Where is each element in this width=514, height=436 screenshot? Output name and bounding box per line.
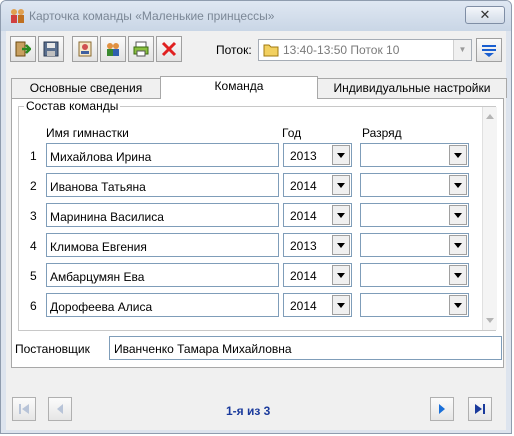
- users-icon: [107, 43, 119, 56]
- team-roster-group: Состав команды Имя гимнастки Год Разряд …: [18, 99, 497, 331]
- chevron-down-icon[interactable]: [449, 175, 467, 195]
- year-select[interactable]: 2013: [283, 143, 352, 167]
- team-card-window: Карточка команды «Маленькие принцессы» ✕: [0, 0, 512, 434]
- stream-value: 13:40-13:50 Поток 10: [283, 43, 400, 57]
- first-record-button[interactable]: [12, 397, 36, 421]
- rank-select[interactable]: [360, 143, 469, 167]
- card-icon: [78, 41, 92, 57]
- stream-label: Поток:: [216, 43, 252, 57]
- chevron-down-icon[interactable]: [332, 235, 350, 255]
- close-icon: ✕: [479, 7, 491, 22]
- chevron-down-icon[interactable]: [449, 145, 467, 165]
- chevron-down-icon[interactable]: [332, 295, 350, 315]
- chevron-down-icon[interactable]: [332, 145, 350, 165]
- tab-strip: Основные сведения Команда Индивидуальные…: [11, 76, 507, 99]
- year-select[interactable]: 2014: [283, 173, 352, 197]
- window-body: Поток: 13:40-13:50 Поток 10 ▼ Основные с…: [6, 31, 507, 430]
- author-label: Постановщик: [15, 342, 90, 356]
- scroll-down-icon[interactable]: [486, 318, 494, 323]
- exit-icon: [15, 41, 31, 57]
- delete-icon: [161, 41, 177, 57]
- chevron-down-icon[interactable]: [332, 205, 350, 225]
- record-navigator: 1-я из 3: [6, 391, 506, 429]
- exit-button[interactable]: [10, 36, 36, 62]
- users-button[interactable]: [100, 36, 126, 62]
- team-app-icon: [9, 8, 27, 24]
- chevron-down-icon[interactable]: [449, 295, 467, 315]
- rank-select[interactable]: [360, 263, 469, 287]
- gymnast-name-field[interactable]: Маринина Василиса: [46, 203, 279, 227]
- roster-scrollbar[interactable]: [482, 107, 497, 330]
- filter-button[interactable]: [476, 38, 502, 62]
- col-header-rank: Разряд: [362, 126, 402, 140]
- gymnast-name-field[interactable]: Климова Евгения: [46, 233, 279, 257]
- next-record-button[interactable]: [430, 397, 454, 421]
- author-field[interactable]: Иванченко Тамара Михайловна: [109, 336, 502, 360]
- stream-select[interactable]: 13:40-13:50 Поток 10 ▼: [258, 39, 472, 61]
- rank-select[interactable]: [360, 293, 469, 317]
- print-icon: [133, 41, 149, 57]
- save-button[interactable]: [38, 36, 64, 62]
- first-icon: [19, 404, 29, 414]
- group-title: Состав команды: [24, 99, 121, 113]
- year-select[interactable]: 2013: [283, 233, 352, 257]
- year-select[interactable]: 2014: [283, 293, 352, 317]
- chevron-down-icon[interactable]: [449, 265, 467, 285]
- rank-select[interactable]: [360, 233, 469, 257]
- rank-select[interactable]: [360, 203, 469, 227]
- row-number: 3: [30, 209, 37, 223]
- prev-record-button[interactable]: [48, 397, 72, 421]
- save-icon: [43, 41, 59, 57]
- row-number: 2: [30, 179, 37, 193]
- window-title: Карточка команды «Маленькие принцессы»: [29, 9, 275, 23]
- close-button[interactable]: ✕: [465, 6, 505, 24]
- col-header-name: Имя гимнастки: [46, 126, 129, 140]
- filter-icon: [482, 45, 496, 57]
- title-bar: Карточка команды «Маленькие принцессы» ✕: [1, 1, 511, 31]
- prev-icon: [57, 404, 63, 414]
- last-icon: [475, 404, 485, 414]
- card-button[interactable]: [72, 36, 98, 62]
- team-panel: Состав команды Имя гимнастки Год Разряд …: [11, 98, 504, 368]
- year-select[interactable]: 2014: [283, 263, 352, 287]
- page-indicator: 1-я из 3: [226, 404, 271, 418]
- gymnast-name-field[interactable]: Михайлова Ирина: [46, 143, 279, 167]
- next-icon: [439, 404, 445, 414]
- tab-individual-settings[interactable]: Индивидуальные настройки: [317, 78, 507, 98]
- chevron-down-icon[interactable]: [449, 205, 467, 225]
- delete-button[interactable]: [156, 36, 182, 62]
- last-record-button[interactable]: [468, 397, 492, 421]
- row-number: 1: [30, 149, 37, 163]
- scroll-up-icon[interactable]: [486, 114, 494, 119]
- year-select[interactable]: 2014: [283, 203, 352, 227]
- chevron-down-icon[interactable]: ▼: [453, 40, 471, 60]
- gymnast-name-field[interactable]: Дорофеева Алиса: [46, 293, 279, 317]
- gymnast-name-field[interactable]: Амбарцумян Ева: [46, 263, 279, 287]
- row-number: 6: [30, 299, 37, 313]
- tab-team[interactable]: Команда: [160, 76, 318, 99]
- tab-main-info[interactable]: Основные сведения: [11, 78, 161, 98]
- row-number: 5: [30, 269, 37, 283]
- col-header-year: Год: [282, 126, 302, 140]
- chevron-down-icon[interactable]: [332, 265, 350, 285]
- gymnast-name-field[interactable]: Иванова Татьяна: [46, 173, 279, 197]
- chevron-down-icon[interactable]: [449, 235, 467, 255]
- toolbar: Поток: 13:40-13:50 Поток 10 ▼: [6, 33, 506, 65]
- row-number: 4: [30, 239, 37, 253]
- print-button[interactable]: [128, 36, 154, 62]
- rank-select[interactable]: [360, 173, 469, 197]
- chevron-down-icon[interactable]: [332, 175, 350, 195]
- folder-icon: [263, 44, 279, 57]
